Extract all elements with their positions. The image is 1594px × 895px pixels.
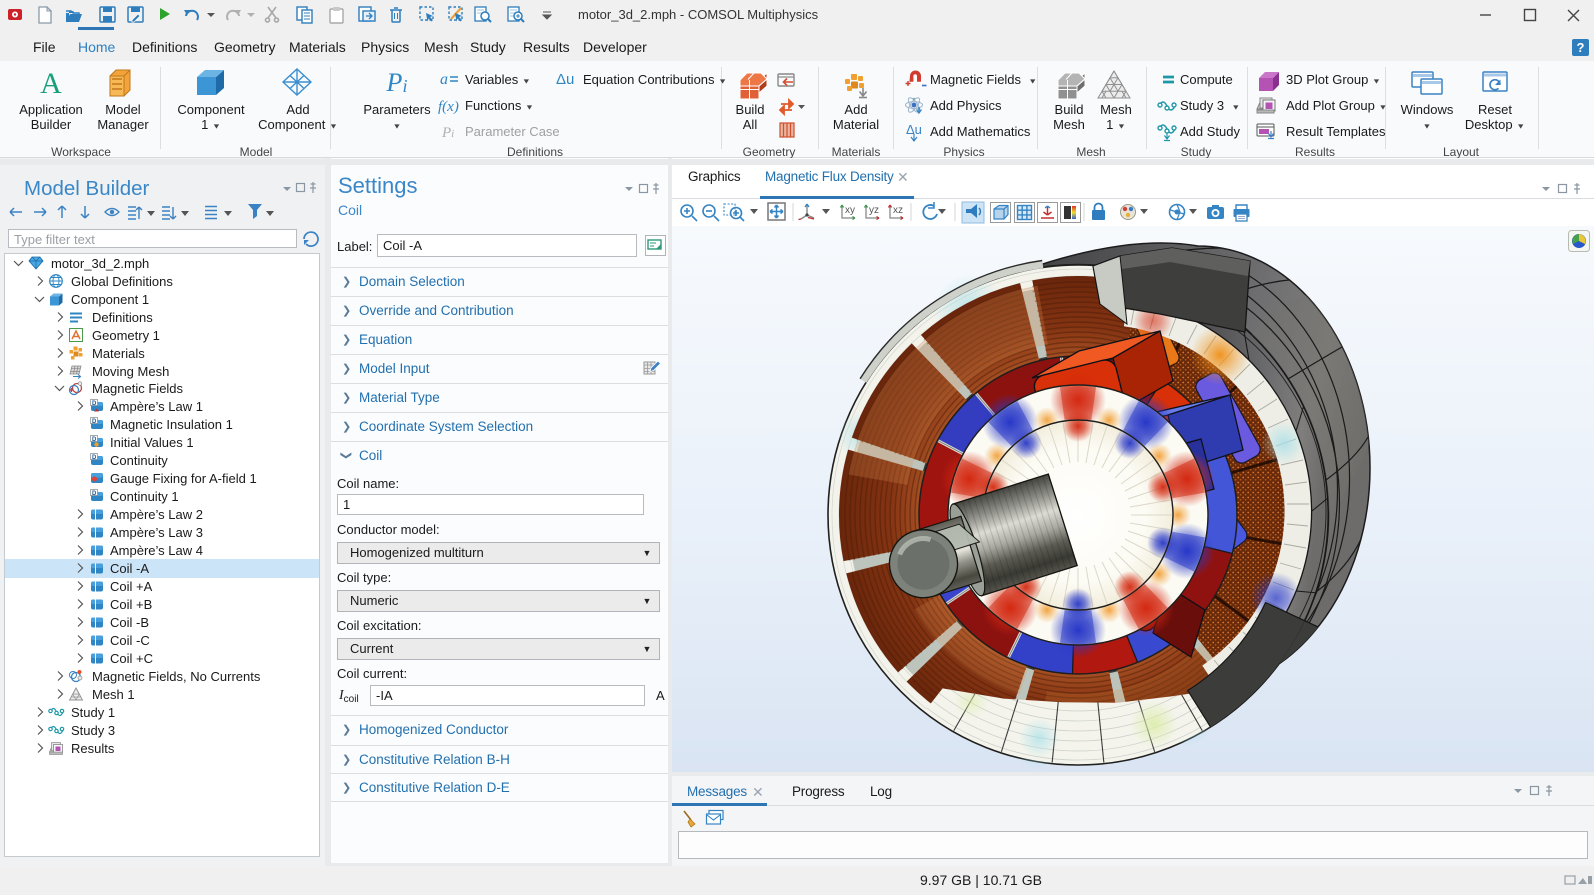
- svg-text:f(x): f(x): [438, 99, 459, 115]
- svg-text:xz: xz: [893, 205, 903, 216]
- svg-text:A: A: [40, 67, 62, 100]
- svg-text:yz: yz: [869, 205, 879, 216]
- svg-text:a: a: [440, 71, 448, 88]
- svg-text:Pi: Pi: [386, 68, 408, 97]
- svg-text:xy: xy: [845, 205, 855, 216]
- svg-text:Δu: Δu: [556, 71, 574, 88]
- svg-text:Pi: Pi: [441, 125, 454, 141]
